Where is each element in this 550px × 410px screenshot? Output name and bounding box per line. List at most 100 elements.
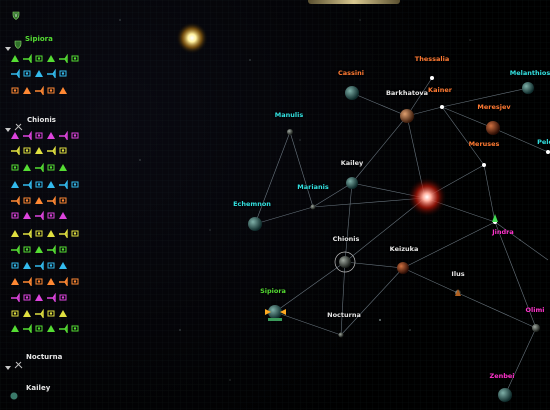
ship-icon[interactable] — [34, 211, 44, 220]
ship-icon[interactable] — [22, 163, 32, 172]
ship-icon[interactable] — [34, 69, 44, 78]
ship-icon[interactable] — [34, 324, 44, 333]
galaxy-map[interactable]: Thessalia Cassini Melanthios Barkhatova … — [0, 0, 550, 410]
ship-icon[interactable] — [46, 69, 56, 78]
ship-icon[interactable] — [70, 277, 80, 286]
ship-icon[interactable] — [34, 229, 44, 238]
ship-icon[interactable] — [46, 245, 56, 254]
ship-icon[interactable] — [10, 293, 20, 302]
ship-icon[interactable] — [58, 146, 68, 155]
ship-icon[interactable] — [34, 86, 44, 95]
collapse-toggle-icon[interactable] — [4, 118, 12, 132]
ship-icon[interactable] — [10, 131, 20, 140]
label-kainer[interactable]: Kainer — [428, 86, 452, 94]
label-barkhatova[interactable]: Barkhatova — [386, 89, 428, 97]
ship-icon[interactable] — [10, 146, 20, 155]
ship-icon[interactable] — [10, 180, 20, 189]
label-cassini[interactable]: Cassini — [338, 69, 364, 77]
ship-icon[interactable] — [10, 86, 20, 95]
ship-icon[interactable] — [46, 211, 56, 220]
ship-icon[interactable] — [58, 324, 68, 333]
ship-icon[interactable] — [22, 293, 32, 302]
ship-icon[interactable] — [46, 146, 56, 155]
fleet-name-kailey[interactable]: Kailey — [26, 384, 50, 392]
ship-icon[interactable] — [10, 324, 20, 333]
ship-icon[interactable] — [58, 54, 68, 63]
ship-icon[interactable] — [34, 261, 44, 270]
ship-icon[interactable] — [34, 196, 44, 205]
ship-icon[interactable] — [10, 196, 20, 205]
label-olimi[interactable]: Olimi — [526, 306, 545, 314]
label-manulis[interactable]: Manulis — [275, 111, 303, 119]
label-meruses[interactable]: Meruses — [469, 140, 500, 148]
ship-icon[interactable] — [34, 146, 44, 155]
ship-icon[interactable] — [58, 309, 68, 318]
ship-icon[interactable] — [10, 54, 20, 63]
ship-icon[interactable] — [46, 196, 56, 205]
label-kailey[interactable]: Kailey — [341, 159, 364, 167]
ship-icon[interactable] — [58, 180, 68, 189]
label-echemnon[interactable]: Echemnon — [233, 200, 271, 208]
ship-icon[interactable] — [58, 277, 68, 286]
label-ilus[interactable]: Ilus — [451, 270, 464, 278]
fleet-name-nocturna[interactable]: Nocturna — [26, 353, 62, 361]
ship-icon[interactable] — [10, 229, 20, 238]
label-keizuka[interactable]: Keizuka — [390, 245, 419, 253]
ship-icon[interactable] — [70, 229, 80, 238]
ship-icon[interactable] — [58, 196, 68, 205]
ship-icon[interactable] — [58, 86, 68, 95]
ship-icon[interactable] — [70, 180, 80, 189]
ship-icon[interactable] — [10, 309, 20, 318]
ship-icon[interactable] — [58, 245, 68, 254]
ship-icon[interactable] — [46, 309, 56, 318]
label-sipiora[interactable]: Sipiora — [260, 287, 286, 295]
fleet-name-sipiora[interactable]: Sipiora — [25, 35, 53, 43]
fleet-shield-icon[interactable]: V — [12, 5, 20, 20]
ship-icon[interactable] — [70, 54, 80, 63]
label-marianis[interactable]: Marianis — [297, 183, 328, 191]
ship-icon[interactable] — [46, 163, 56, 172]
label-thessalia[interactable]: Thessalia — [415, 55, 449, 63]
ship-icon[interactable] — [58, 69, 68, 78]
collapse-toggle-icon[interactable] — [4, 37, 12, 51]
ship-icon[interactable] — [58, 229, 68, 238]
ship-icon[interactable] — [22, 324, 32, 333]
ship-icon[interactable] — [34, 245, 44, 254]
ship-icon[interactable] — [46, 293, 56, 302]
ship-icon[interactable] — [10, 245, 20, 254]
label-pele[interactable]: Pele — [537, 138, 550, 146]
ship-icon[interactable] — [34, 131, 44, 140]
ship-icon[interactable] — [34, 180, 44, 189]
ship-icon[interactable] — [22, 229, 32, 238]
ship-icon[interactable] — [10, 211, 20, 220]
collapse-toggle-icon[interactable] — [4, 356, 12, 370]
label-meresjev[interactable]: Meresjev — [477, 103, 510, 111]
ship-icon[interactable] — [58, 293, 68, 302]
ship-icon[interactable] — [22, 277, 32, 286]
ship-icon[interactable] — [22, 261, 32, 270]
ship-icon[interactable] — [46, 229, 56, 238]
ship-icon[interactable] — [70, 131, 80, 140]
ship-icon[interactable] — [58, 211, 68, 220]
ship-icon[interactable] — [22, 54, 32, 63]
ship-icon[interactable] — [10, 277, 20, 286]
ship-icon[interactable] — [58, 131, 68, 140]
label-nocturna[interactable]: Nocturna — [327, 311, 361, 319]
ship-icon[interactable] — [10, 69, 20, 78]
ship-icon[interactable] — [22, 196, 32, 205]
ship-icon[interactable] — [10, 261, 20, 270]
ship-icon[interactable] — [46, 180, 56, 189]
ship-icon[interactable] — [58, 261, 68, 270]
ship-icon[interactable] — [46, 131, 56, 140]
ship-icon[interactable] — [22, 69, 32, 78]
label-zenbei[interactable]: Zenbei — [489, 372, 514, 380]
fleet-name-chionis[interactable]: Chionis — [27, 116, 56, 124]
label-chionis[interactable]: Chionis — [333, 235, 360, 243]
ship-icon[interactable] — [22, 245, 32, 254]
label-melanthios[interactable]: Melanthios — [510, 69, 550, 77]
ship-icon[interactable] — [34, 293, 44, 302]
ship-icon[interactable] — [22, 309, 32, 318]
ship-icon[interactable] — [58, 163, 68, 172]
ship-icon[interactable] — [22, 86, 32, 95]
ship-icon[interactable] — [34, 277, 44, 286]
